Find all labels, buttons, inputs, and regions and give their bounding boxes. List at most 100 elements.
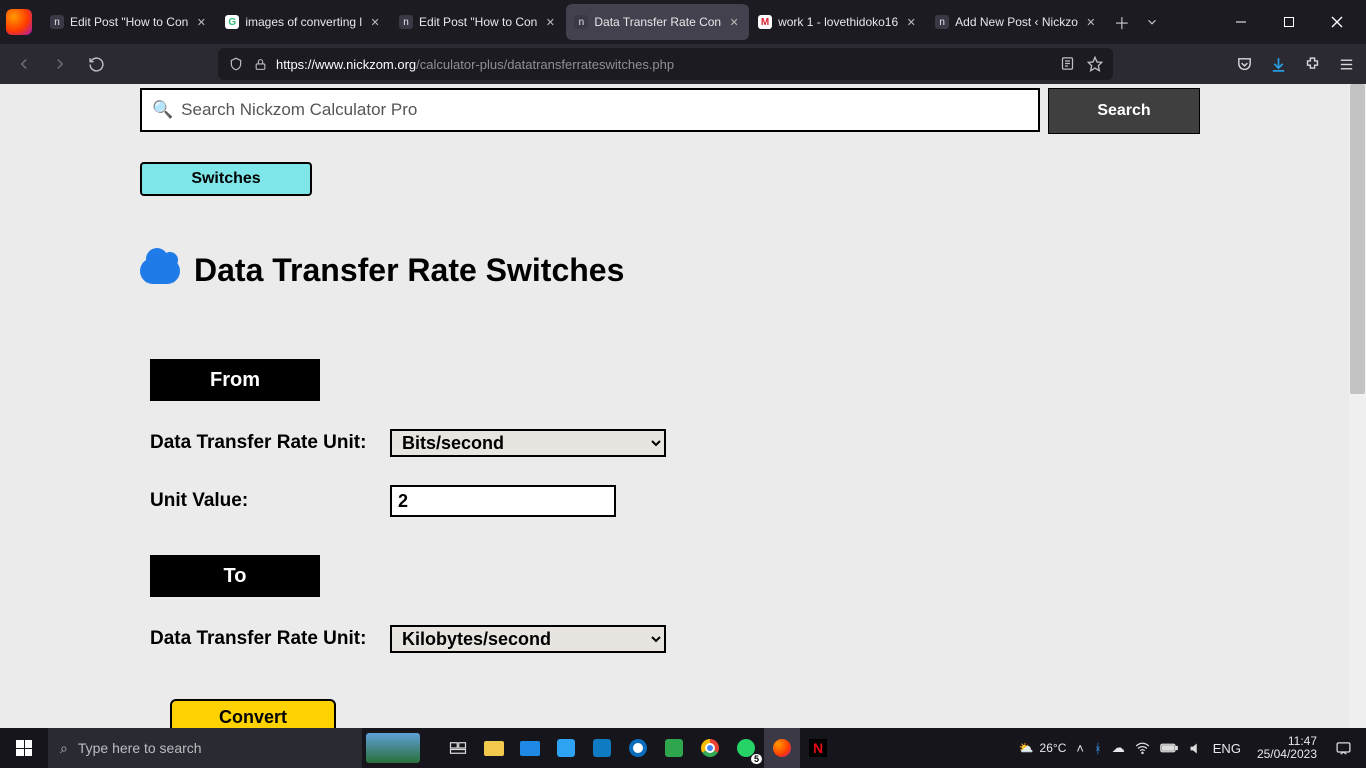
from-badge: From bbox=[150, 359, 320, 401]
clock-date: 25/04/2023 bbox=[1257, 748, 1317, 761]
minimize-button[interactable] bbox=[1218, 6, 1264, 38]
to-unit-row: Data Transfer Rate Unit: Kilobytes/secon… bbox=[150, 625, 1200, 653]
window-controls bbox=[1218, 6, 1360, 38]
close-icon[interactable]: ✕ bbox=[368, 15, 382, 29]
to-unit-select[interactable]: Kilobytes/second bbox=[390, 625, 666, 653]
lock-icon bbox=[252, 56, 268, 72]
news-widget-icon[interactable] bbox=[366, 733, 420, 763]
forward-button[interactable] bbox=[46, 50, 74, 78]
from-unit-label: Data Transfer Rate Unit: bbox=[150, 432, 390, 454]
site-search-button[interactable]: Search bbox=[1048, 88, 1200, 134]
weather-temp: 26°C bbox=[1040, 741, 1067, 755]
tab-label: Edit Post "How to Con bbox=[419, 15, 537, 29]
page-content: 🔍 Search Nickzom Calculator Pro Search S… bbox=[140, 84, 1200, 728]
scrollbar-track[interactable] bbox=[1349, 84, 1366, 728]
browser-tab-active[interactable]: n Data Transfer Rate Con ✕ bbox=[566, 4, 749, 40]
cloud-icon bbox=[140, 258, 180, 284]
convert-button[interactable]: Convert bbox=[170, 699, 336, 728]
language-indicator[interactable]: ENG bbox=[1213, 741, 1241, 756]
favicon-icon: n bbox=[935, 15, 949, 29]
wifi-icon[interactable] bbox=[1135, 741, 1150, 756]
unit-value-input[interactable] bbox=[390, 485, 616, 517]
tab-label: Edit Post "How to Con bbox=[70, 15, 188, 29]
bluetooth-icon[interactable]: ᚼ bbox=[1094, 741, 1102, 756]
windows-logo-icon bbox=[16, 740, 32, 756]
new-tab-button[interactable]: ＋ bbox=[1107, 7, 1137, 37]
whatsapp-icon[interactable]: 5 bbox=[728, 728, 764, 768]
taskbar-search[interactable]: ⌕ Type here to search bbox=[48, 728, 362, 768]
site-search-input[interactable]: 🔍 Search Nickzom Calculator Pro bbox=[140, 88, 1040, 132]
tab-strip: n Edit Post "How to Con ✕ G images of co… bbox=[42, 4, 1107, 40]
browser-tab[interactable]: n Edit Post "How to Con ✕ bbox=[42, 4, 216, 40]
bookmark-icon[interactable] bbox=[1087, 56, 1103, 72]
browser-titlebar: n Edit Post "How to Con ✕ G images of co… bbox=[0, 0, 1366, 44]
chevron-up-icon[interactable]: ˄ bbox=[1076, 741, 1084, 756]
teamviewer-icon[interactable] bbox=[620, 728, 656, 768]
close-icon[interactable]: ✕ bbox=[904, 15, 918, 29]
browser-tab[interactable]: G images of converting l ✕ bbox=[217, 4, 390, 40]
clock[interactable]: 11:47 25/04/2023 bbox=[1257, 735, 1317, 761]
extensions-icon[interactable] bbox=[1304, 56, 1322, 73]
mail-icon[interactable] bbox=[512, 728, 548, 768]
close-icon[interactable]: ✕ bbox=[543, 15, 557, 29]
badge-count: 5 bbox=[751, 754, 762, 764]
close-icon[interactable]: ✕ bbox=[727, 15, 741, 29]
maximize-button[interactable] bbox=[1266, 6, 1312, 38]
favicon-icon: n bbox=[574, 15, 588, 29]
app-icon[interactable] bbox=[656, 728, 692, 768]
page-title-row: Data Transfer Rate Switches bbox=[140, 252, 1200, 289]
cloud-sync-icon[interactable]: ☁ bbox=[1112, 740, 1125, 756]
tab-label: work 1 - lovethidoko16 bbox=[778, 15, 898, 29]
app-icon[interactable] bbox=[584, 728, 620, 768]
weather-widget[interactable]: ⛅ 26°C bbox=[1019, 741, 1067, 755]
search-placeholder: Search Nickzom Calculator Pro bbox=[181, 100, 417, 120]
tab-overflow-button[interactable] bbox=[1137, 7, 1167, 37]
browser-tab[interactable]: M work 1 - lovethidoko16 ✕ bbox=[750, 4, 926, 40]
menu-icon[interactable] bbox=[1338, 56, 1356, 73]
search-icon: ⌕ bbox=[60, 740, 68, 757]
reload-button[interactable] bbox=[82, 50, 110, 78]
weather-icon: ⛅ bbox=[1019, 741, 1034, 755]
tab-label: Add New Post ‹ Nickzo bbox=[955, 15, 1078, 29]
pocket-icon[interactable] bbox=[1236, 56, 1254, 73]
browser-tab[interactable]: n Add New Post ‹ Nickzo ✕ bbox=[927, 4, 1106, 40]
firefox-icon[interactable] bbox=[764, 728, 800, 768]
page-title: Data Transfer Rate Switches bbox=[194, 252, 624, 289]
volume-icon[interactable] bbox=[1188, 741, 1203, 756]
favicon-icon: G bbox=[225, 15, 239, 29]
windows-taskbar: ⌕ Type here to search 5 N ⛅ 26°C ˄ ᚼ ☁ E… bbox=[0, 728, 1366, 768]
search-icon: 🔍 bbox=[152, 100, 173, 120]
battery-icon[interactable] bbox=[1160, 742, 1178, 754]
close-icon[interactable]: ✕ bbox=[194, 15, 208, 29]
to-badge: To bbox=[150, 555, 320, 597]
chrome-icon[interactable] bbox=[692, 728, 728, 768]
from-unit-select[interactable]: Bits/second bbox=[390, 429, 666, 457]
favicon-icon: n bbox=[399, 15, 413, 29]
from-unit-row: Data Transfer Rate Unit: Bits/second bbox=[150, 429, 1200, 457]
tab-label: images of converting l bbox=[245, 15, 362, 29]
browser-tab[interactable]: n Edit Post "How to Con ✕ bbox=[391, 4, 565, 40]
start-button[interactable] bbox=[0, 728, 48, 768]
shield-icon bbox=[228, 56, 244, 72]
favicon-icon: n bbox=[50, 15, 64, 29]
netflix-icon[interactable]: N bbox=[800, 728, 836, 768]
downloads-icon[interactable] bbox=[1270, 56, 1288, 73]
to-unit-label: Data Transfer Rate Unit: bbox=[150, 628, 390, 650]
vscode-icon[interactable] bbox=[548, 728, 584, 768]
taskbar-search-placeholder: Type here to search bbox=[78, 740, 202, 756]
toolbar-actions bbox=[1236, 56, 1356, 73]
back-button[interactable] bbox=[10, 50, 38, 78]
task-view-icon[interactable] bbox=[440, 728, 476, 768]
system-tray: ⛅ 26°C ˄ ᚼ ☁ ENG 11:47 25/04/2023 bbox=[1019, 735, 1366, 761]
url-text: https://www.nickzom.org/calculator-plus/… bbox=[276, 57, 1052, 72]
close-window-button[interactable] bbox=[1314, 6, 1360, 38]
browser-toolbar: https://www.nickzom.org/calculator-plus/… bbox=[0, 44, 1366, 84]
file-explorer-icon[interactable] bbox=[476, 728, 512, 768]
notifications-icon[interactable] bbox=[1335, 740, 1352, 757]
switches-button[interactable]: Switches bbox=[140, 162, 312, 196]
address-bar[interactable]: https://www.nickzom.org/calculator-plus/… bbox=[218, 48, 1113, 80]
reader-mode-icon[interactable] bbox=[1060, 56, 1075, 72]
scrollbar-thumb[interactable] bbox=[1350, 84, 1365, 394]
firefox-logo-icon bbox=[6, 9, 32, 35]
close-icon[interactable]: ✕ bbox=[1084, 15, 1098, 29]
